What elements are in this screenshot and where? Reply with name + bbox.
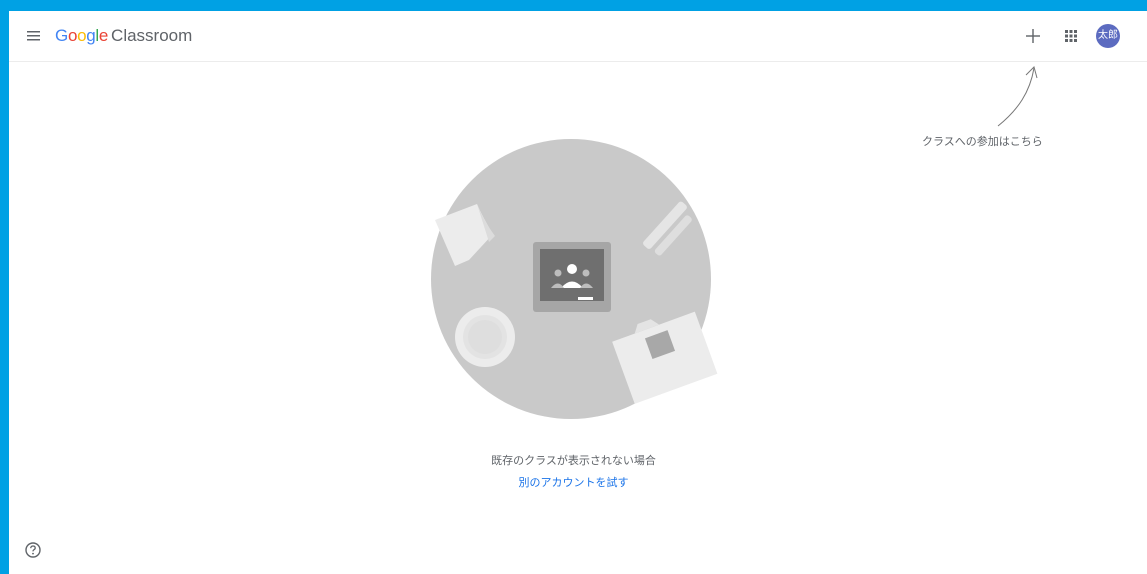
coffee-cup-icon xyxy=(455,307,515,367)
top-app-bar: Google Classroom 太郎 xyxy=(9,11,1147,62)
google-classroom-logo[interactable]: Google Classroom xyxy=(55,25,192,47)
switch-account-link[interactable]: 別のアカウントを試す xyxy=(0,474,1147,490)
frame-top-border xyxy=(0,0,1147,11)
help-circle-icon xyxy=(25,542,41,558)
plus-icon xyxy=(1026,29,1040,43)
classroom-board-icon xyxy=(533,242,611,312)
google-apps-button[interactable] xyxy=(1059,24,1083,48)
hint-arrow-icon xyxy=(997,66,1038,127)
create-or-join-class-button[interactable] xyxy=(1021,24,1045,48)
apps-grid-icon xyxy=(1065,30,1077,42)
menu-icon xyxy=(27,31,40,41)
no-classes-message: 既存のクラスが表示されない場合 xyxy=(491,455,656,467)
join-class-hint: クラスへの参加はこちら xyxy=(922,136,1043,148)
account-avatar[interactable]: 太郎 xyxy=(1096,24,1120,48)
main-menu-button[interactable] xyxy=(23,24,47,48)
empty-classroom-illustration xyxy=(431,139,718,419)
product-name: Classroom xyxy=(111,26,193,45)
help-button[interactable] xyxy=(24,541,42,559)
